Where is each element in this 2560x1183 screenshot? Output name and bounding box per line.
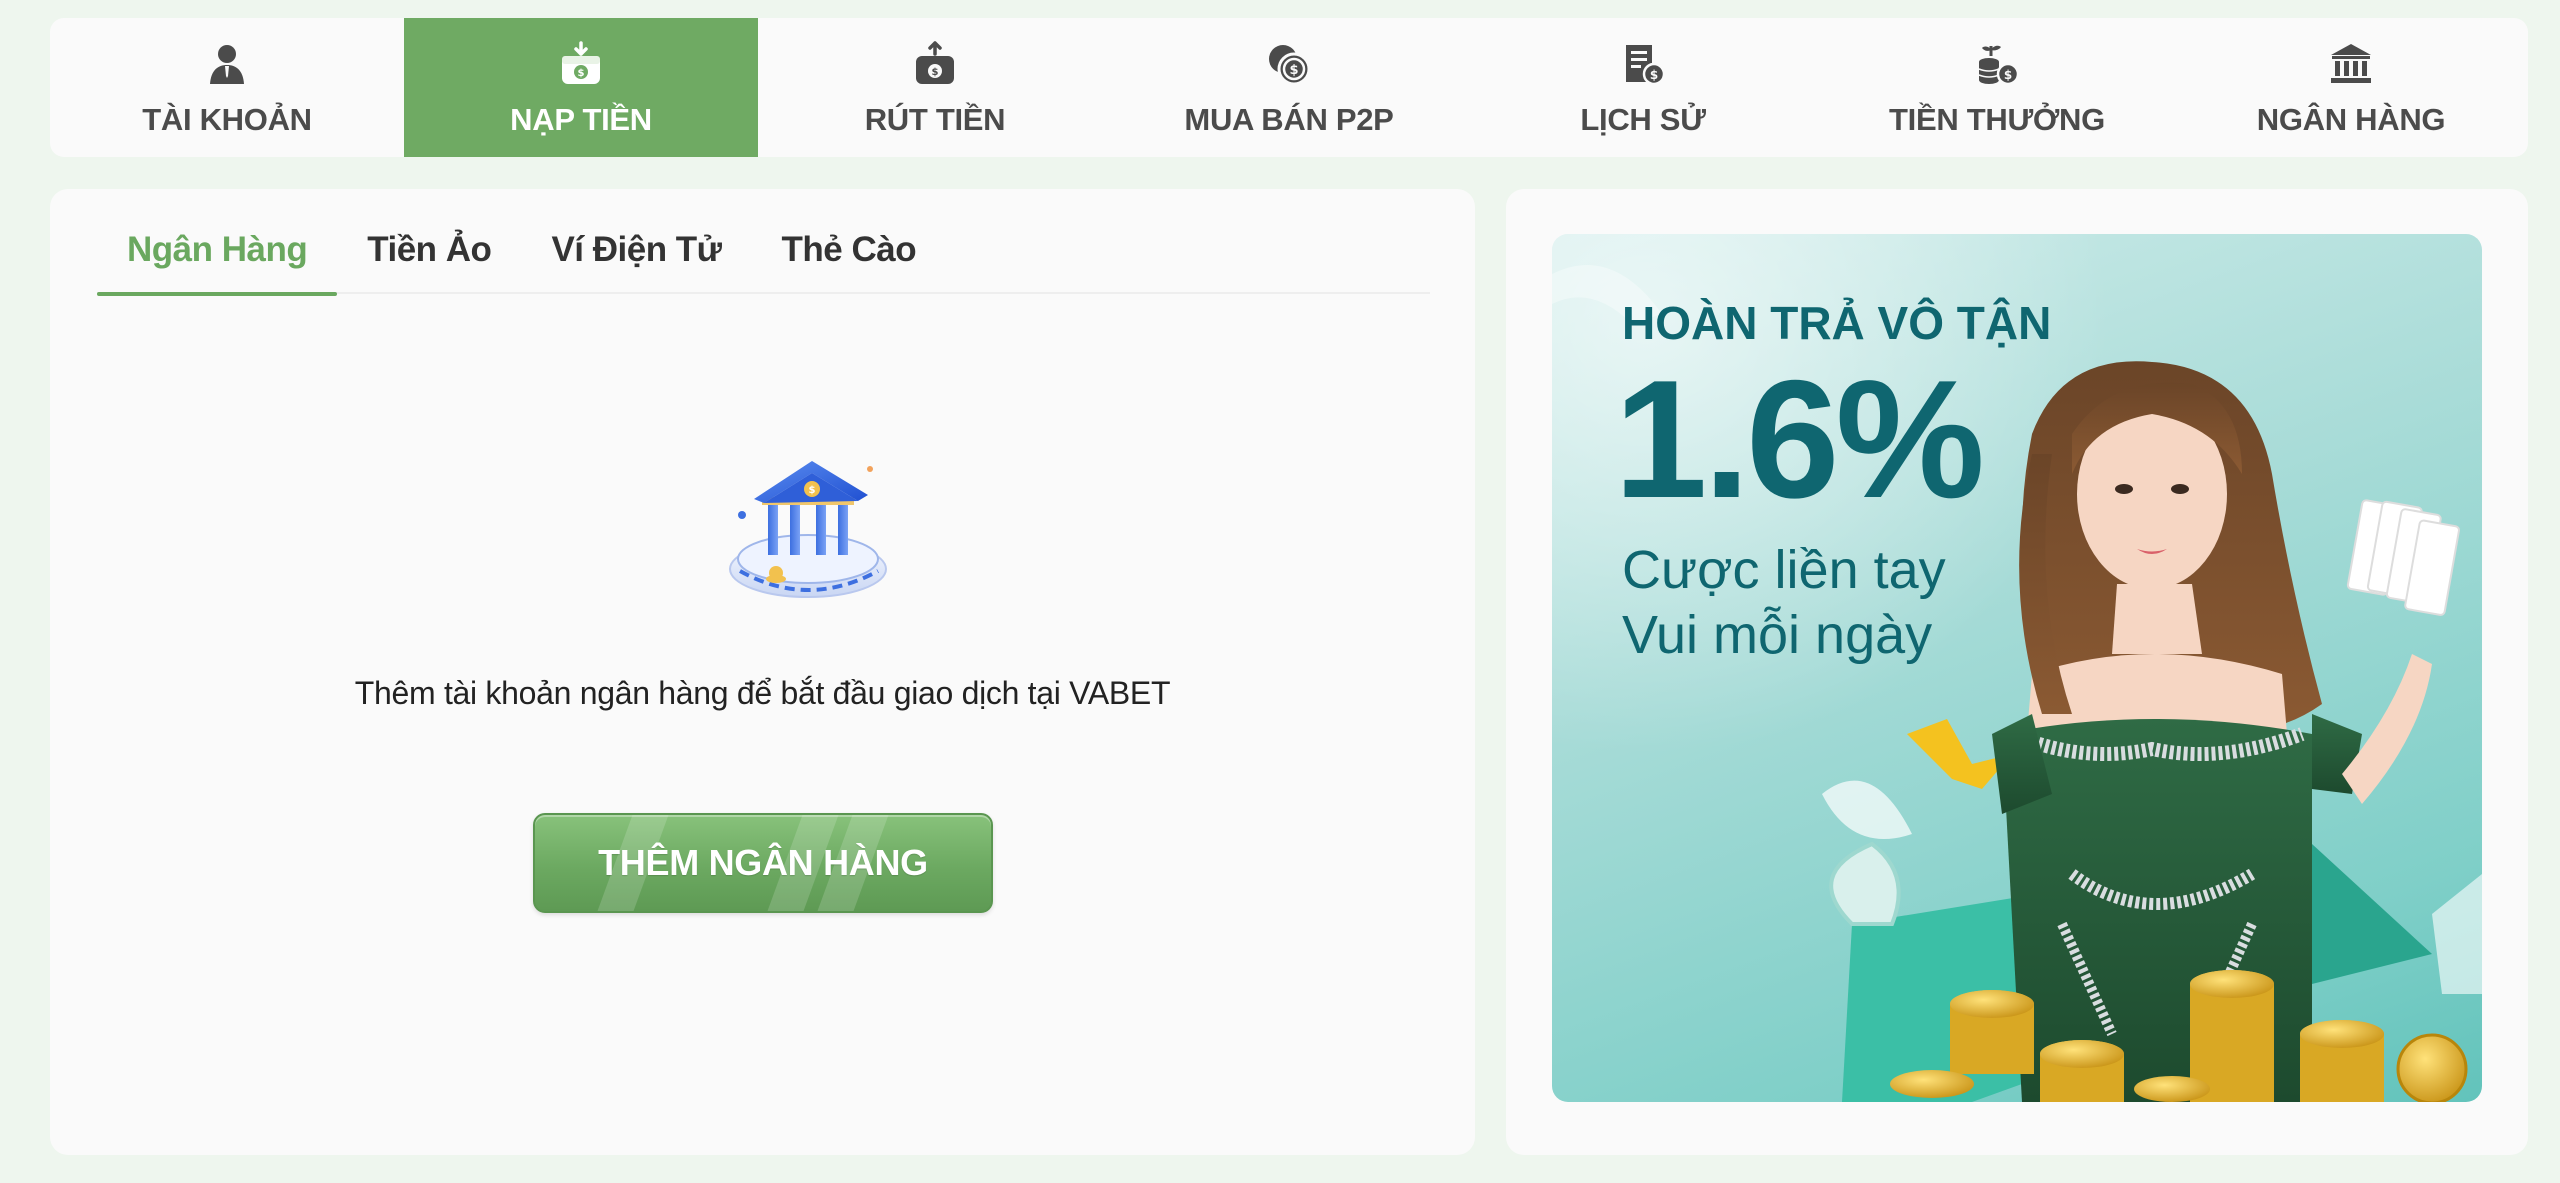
tab-scratch-card[interactable]: Thẻ Cào: [752, 229, 947, 294]
deposit-icon: $: [557, 40, 605, 88]
svg-text:$: $: [2004, 68, 2012, 82]
history-icon: $: [1619, 40, 1667, 88]
svg-text:$: $: [932, 67, 939, 78]
withdraw-icon: $: [911, 40, 959, 88]
deposit-panel: Ngân Hàng Tiền Ảo Ví Điện Tử Thẻ Cào $ T…: [50, 189, 1475, 1155]
nav-label-bank: NGÂN HÀNG: [2256, 102, 2446, 137]
promo-panel: HOÀN TRẢ VÔ TẬN 1.6% Cược liền tay Vui m…: [1506, 189, 2528, 1155]
empty-state-message: Thêm tài khoản ngân hàng để bắt đầu giao…: [354, 675, 1171, 711]
payment-method-tabs: Ngân Hàng Tiền Ảo Ví Điện Tử Thẻ Cào: [97, 229, 1430, 296]
nav-label-bonus: TIỀN THƯỞNG: [1889, 102, 2105, 137]
add-bank-button[interactable]: THÊM NGÂN HÀNG: [533, 813, 993, 913]
top-navigation: TÀI KHOẢN $ NẠP TIỀN $ RÚT TIỀN $ MUA BÁ…: [50, 18, 2528, 157]
nav-item-account[interactable]: TÀI KHOẢN: [50, 18, 404, 157]
svg-text:$: $: [809, 485, 816, 496]
nav-item-deposit[interactable]: $ NẠP TIỀN: [404, 18, 758, 157]
nav-item-bank[interactable]: NGÂN HÀNG: [2174, 18, 2528, 157]
nav-label-deposit: NẠP TIỀN: [510, 102, 652, 137]
bank-icon: [2327, 40, 2375, 88]
promo-rate: 1.6%: [1614, 345, 1985, 533]
add-bank-button-label: THÊM NGÂN HÀNG: [598, 842, 928, 883]
promo-banner[interactable]: HOÀN TRẢ VÔ TẬN 1.6% Cược liền tay Vui m…: [1552, 234, 2482, 1102]
coins-icon: $: [1265, 40, 1313, 88]
tab-e-wallet[interactable]: Ví Điện Tử: [521, 229, 751, 294]
nav-item-withdraw[interactable]: $ RÚT TIỀN: [758, 18, 1112, 157]
svg-text:$: $: [1650, 68, 1658, 82]
nav-item-history[interactable]: $ LỊCH SỬ: [1466, 18, 1820, 157]
svg-text:$: $: [1289, 63, 1298, 78]
promo-heading: HOÀN TRẢ VÔ TẬN: [1622, 297, 2052, 349]
nav-item-bonus[interactable]: $ TIỀN THƯỞNG: [1820, 18, 2174, 157]
nav-label-account: TÀI KHOẢN: [142, 102, 312, 137]
bonus-icon: $: [1973, 40, 2021, 88]
nav-label-p2p: MUA BÁN P2P: [1184, 102, 1394, 137]
user-icon: [203, 40, 251, 88]
tab-crypto[interactable]: Tiền Ảo: [337, 229, 521, 294]
bank-building-icon: $: [720, 439, 900, 609]
promo-tagline-1: Cược liền tay: [1622, 540, 1946, 600]
svg-text:$: $: [578, 68, 585, 79]
nav-label-withdraw: RÚT TIỀN: [864, 102, 1006, 137]
tab-bank[interactable]: Ngân Hàng: [97, 229, 338, 296]
nav-label-history: LỊCH SỬ: [1580, 102, 1706, 137]
promo-tagline-2: Vui mỗi ngày: [1622, 605, 1933, 665]
nav-item-p2p[interactable]: $ MUA BÁN P2P: [1112, 18, 1466, 157]
